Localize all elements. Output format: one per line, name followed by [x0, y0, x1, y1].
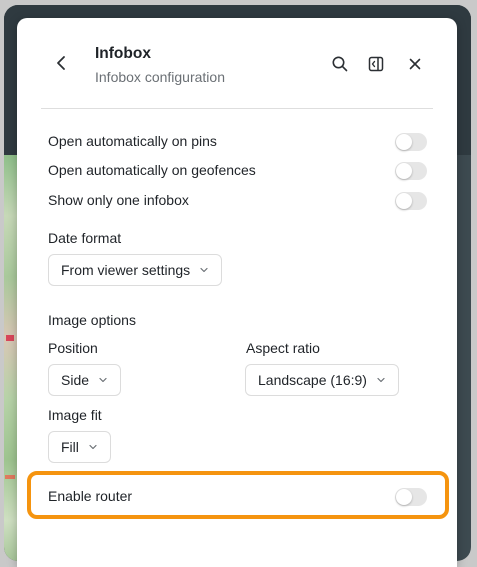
- router-highlight: [27, 471, 449, 519]
- image-fit-select[interactable]: Fill: [48, 431, 111, 463]
- date-format-select[interactable]: From viewer settings: [48, 254, 223, 286]
- image-options-heading: Image options: [48, 312, 136, 328]
- close-icon[interactable]: [406, 55, 424, 73]
- aspect-ratio-label: Aspect ratio: [246, 340, 320, 356]
- toggle-label-pins: Open automatically on pins: [48, 133, 217, 149]
- date-format-value: From viewer settings: [61, 262, 191, 278]
- sidebar-panel-icon[interactable]: [367, 55, 385, 73]
- map-marker: [5, 475, 15, 479]
- aspect-ratio-select[interactable]: Landscape (16:9): [245, 364, 399, 396]
- chevron-down-icon: [99, 377, 107, 383]
- header-divider: [41, 108, 433, 109]
- toggle-label-one-infobox: Show only one infobox: [48, 192, 189, 208]
- chevron-down-icon: [377, 377, 385, 383]
- image-fit-value: Fill: [61, 439, 79, 455]
- map-background: [4, 155, 18, 561]
- position-select[interactable]: Side: [48, 364, 122, 396]
- chevron-down-icon: [89, 444, 97, 450]
- toggle-open-on-pins[interactable]: [395, 133, 427, 151]
- toggle-label-geofences: Open automatically on geofences: [48, 162, 256, 178]
- aspect-ratio-value: Landscape (16:9): [258, 372, 367, 388]
- toggle-show-one-infobox[interactable]: [395, 192, 427, 210]
- date-format-label: Date format: [48, 230, 122, 246]
- panel-subtitle: Infobox configuration: [95, 69, 225, 85]
- search-icon[interactable]: [331, 55, 349, 73]
- position-label: Position: [48, 340, 98, 356]
- chevron-left-icon[interactable]: [53, 54, 71, 72]
- panel-title: Infobox: [95, 45, 151, 62]
- image-fit-label: Image fit: [48, 407, 102, 423]
- chevron-down-icon: [200, 267, 208, 273]
- position-value: Side: [61, 372, 90, 388]
- map-marker: [6, 335, 14, 341]
- toggle-open-on-geofences[interactable]: [395, 162, 427, 180]
